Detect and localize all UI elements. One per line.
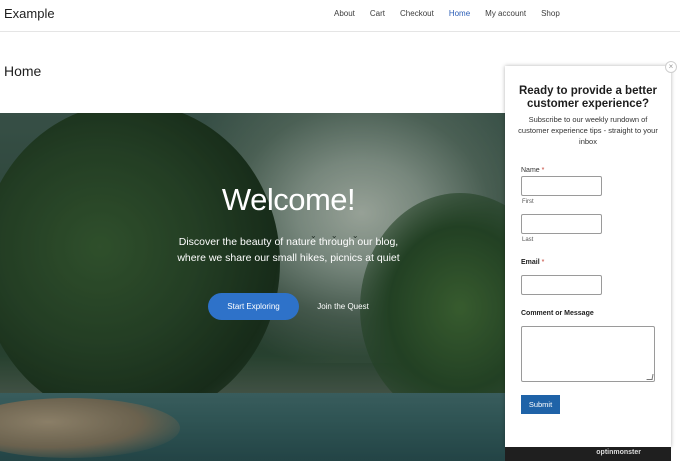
nav-item-home[interactable]: Home: [449, 9, 470, 19]
hero-overlay: [0, 113, 505, 461]
hero-heading: Welcome!: [221, 182, 356, 217]
nav-item-shop[interactable]: Shop: [541, 9, 560, 19]
site-header: Example About Cart Checkout Home My acco…: [0, 0, 680, 32]
popup-subtitle: Subscribe to our weekly rundown of custo…: [518, 115, 658, 146]
name-label: Name *: [521, 167, 544, 174]
email-label-text: Email: [521, 259, 540, 266]
primary-nav: About Cart Checkout Home My account Shop: [334, 9, 575, 19]
popup-branding-bar: optinmonster: [505, 447, 671, 461]
optin-popup: Ready to provide a better customer exper…: [505, 66, 671, 447]
optinmonster-logo[interactable]: optinmonster: [596, 449, 641, 456]
hero-tagline: Discover the beauty of nature through ou…: [0, 234, 577, 266]
hero-banner: ⌄ ⌄ ⌄: [0, 113, 505, 461]
name-required-marker: *: [541, 167, 545, 174]
comment-label: Comment or Message: [521, 310, 594, 317]
email-required-marker: *: [541, 259, 545, 266]
nav-item-cart[interactable]: Cart: [370, 9, 385, 19]
first-name-sublabel: First: [522, 199, 534, 205]
hero-tagline-line1: Discover the beauty of nature through ou…: [178, 236, 399, 248]
page-title: Home: [4, 63, 42, 79]
name-label-text: Name: [521, 167, 540, 174]
comment-textarea[interactable]: [521, 326, 655, 382]
popup-title: Ready to provide a better customer exper…: [518, 85, 658, 110]
resize-grip-icon[interactable]: [646, 374, 654, 380]
email-label: Email *: [521, 259, 544, 266]
submit-button[interactable]: Submit: [521, 395, 560, 414]
join-the-quest-button[interactable]: Join the Quest: [310, 293, 376, 320]
nav-item-my-account[interactable]: My account: [485, 9, 526, 19]
hero-tagline-line2: where we share our small hikes, picnics …: [177, 252, 400, 264]
nav-item-checkout[interactable]: Checkout: [400, 9, 434, 19]
last-name-input[interactable]: [521, 214, 602, 234]
first-name-input[interactable]: [521, 176, 602, 196]
last-name-sublabel: Last: [522, 237, 534, 243]
close-icon[interactable]: ×: [665, 61, 677, 73]
site-title[interactable]: Example: [4, 6, 55, 21]
email-input[interactable]: [521, 275, 602, 295]
start-exploring-button[interactable]: Start Exploring: [208, 293, 299, 320]
nav-item-about[interactable]: About: [334, 9, 355, 19]
